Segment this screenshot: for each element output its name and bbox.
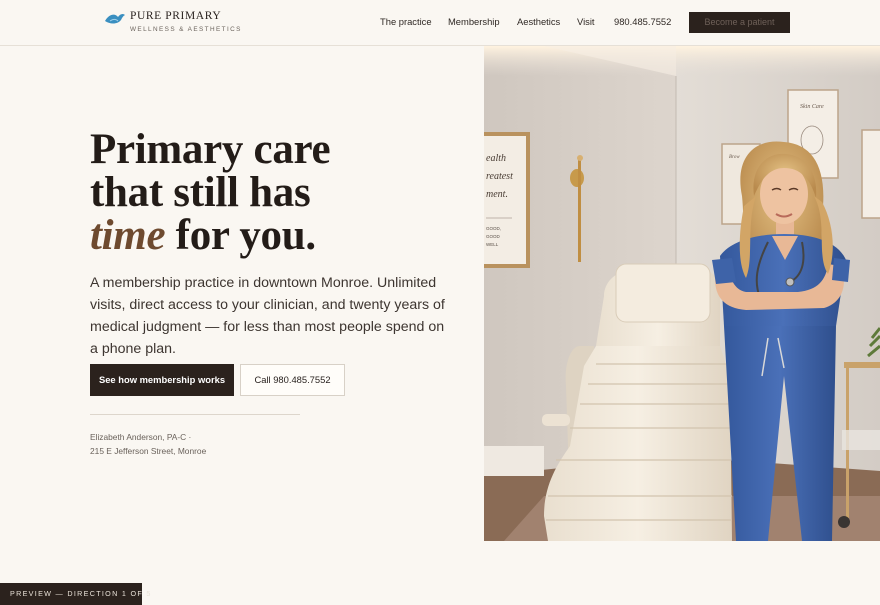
headline-line-3-rest: for you. — [165, 212, 316, 259]
nav-link-membership[interactable]: Membership — [448, 16, 500, 30]
hero-headline: Primary care that still has time for you… — [90, 128, 470, 257]
membership-button[interactable]: See how membership works — [90, 364, 234, 396]
art-text-5: GOOD — [486, 234, 501, 239]
headline-line-3: time for you. — [90, 214, 470, 257]
headline-accent-word: time — [90, 212, 166, 259]
art-text-1: ealth — [486, 153, 506, 164]
brand-tagline: WELLNESS & AESTHETICS — [130, 26, 242, 33]
art-right-small: Brow — [729, 155, 740, 160]
clinic-room-illustration: ealth reatest ment. GOOD, GOOD WELL Brow… — [484, 46, 880, 541]
art-text-4: GOOD, — [486, 226, 501, 231]
headline-line-2: that still has — [90, 169, 311, 216]
hero-divider — [90, 414, 300, 415]
call-button[interactable]: Call 980.485.7552 — [240, 364, 345, 396]
headline-line-1: Primary care — [90, 126, 331, 173]
become-patient-button[interactable]: Become a patient — [689, 12, 790, 33]
art-text-6: WELL — [486, 242, 499, 247]
clinician-name: Elizabeth Anderson, PA-C · — [90, 432, 192, 442]
nav-link-practice[interactable]: The practice — [380, 16, 432, 30]
hero-photo: ealth reatest ment. GOOD, GOOD WELL Brow… — [484, 46, 880, 541]
practice-address: 215 E Jefferson Street, Monroe — [90, 446, 207, 456]
brand-name: PURE PRIMARY — [130, 10, 222, 22]
hero-lede: A membership practice in downtown Monroe… — [90, 275, 445, 357]
nav-link-aesthetics[interactable]: Aesthetics — [517, 16, 560, 30]
art-text-2: reatest — [486, 171, 513, 182]
art-text-3: ment. — [486, 189, 508, 200]
site-header: PURE PRIMARY WELLNESS & AESTHETICS The p… — [0, 0, 880, 46]
nav-phone-link[interactable]: 980.485.7552 — [614, 16, 671, 30]
bird-logo-icon — [105, 13, 125, 24]
nav-link-visit[interactable]: Visit — [577, 16, 595, 30]
preview-badge: PREVIEW — DIRECTION 1 OF 5 — [0, 583, 150, 605]
art-text-right: Skin Care — [800, 104, 824, 110]
